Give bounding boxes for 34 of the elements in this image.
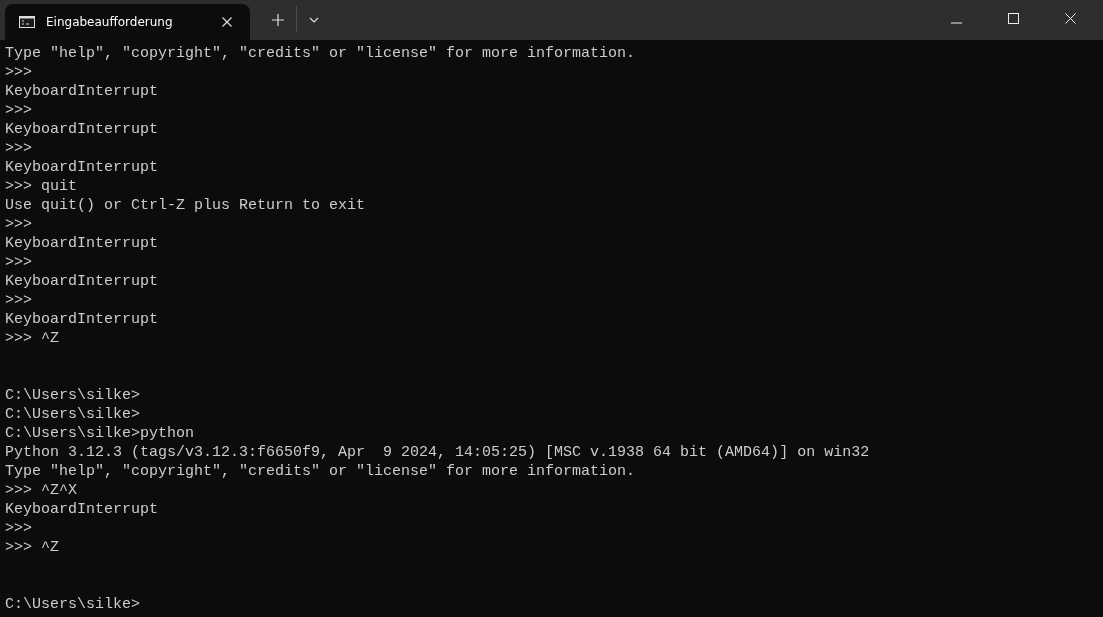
maximize-icon[interactable] [1008,13,1019,24]
terminal-line: C:\Users\silke> [5,387,141,404]
terminal-line: Type "help", "copyright", "credits" or "license" for more information. [5,463,636,480]
terminal-line: Python 3.12.3 (tags/v3.12.3:f6650f9, Apr 9 2024, 14:05:25) [MSC v.1938 64 bit (AMD64)] on win32 [5,444,870,461]
terminal-line: KeyboardInterrupt [5,159,159,176]
terminal-line: >>> ^Z [5,539,59,556]
terminal-line: C:\Users\silke> [5,406,141,423]
console-icon [19,16,35,28]
terminal-line: KeyboardInterrupt [5,311,159,328]
terminal-line: KeyboardInterrupt [5,83,159,100]
terminal-line: >>> [5,216,32,233]
terminal-line: >>> ^Z^X [5,482,77,499]
dropdown-chevron-icon[interactable] [309,17,319,23]
close-icon[interactable] [222,17,232,27]
terminal-line: >>> [5,102,32,119]
close-icon[interactable] [1065,13,1076,24]
terminal-line: >>> [5,520,32,537]
new-tab-icon[interactable] [272,14,284,26]
terminal-tab[interactable]: Eingabeaufforderung [5,4,250,40]
terminal-line: C:\Users\silke> [5,596,141,613]
tab-title: Eingabeaufforderung [46,15,174,29]
terminal-line: Type "help", "copyright", "credits" or "license" for more information. [5,45,636,62]
terminal-line: >>> [5,254,32,271]
terminal-line: >>> ^Z [5,330,59,347]
terminal-line: >>> [5,64,32,81]
terminal-line: >>> quit [5,178,77,195]
terminal-line: KeyboardInterrupt [5,273,159,290]
terminal-line: Use quit() or Ctrl-Z plus Return to exit [5,197,366,214]
terminal-line: KeyboardInterrupt [5,501,159,518]
terminal-line: >>> [5,292,32,309]
terminal-line: >>> [5,140,32,157]
terminal-line: KeyboardInterrupt [5,235,159,252]
terminal-line: KeyboardInterrupt [5,121,159,138]
terminal-line: C:\Users\silke>python [5,425,195,442]
